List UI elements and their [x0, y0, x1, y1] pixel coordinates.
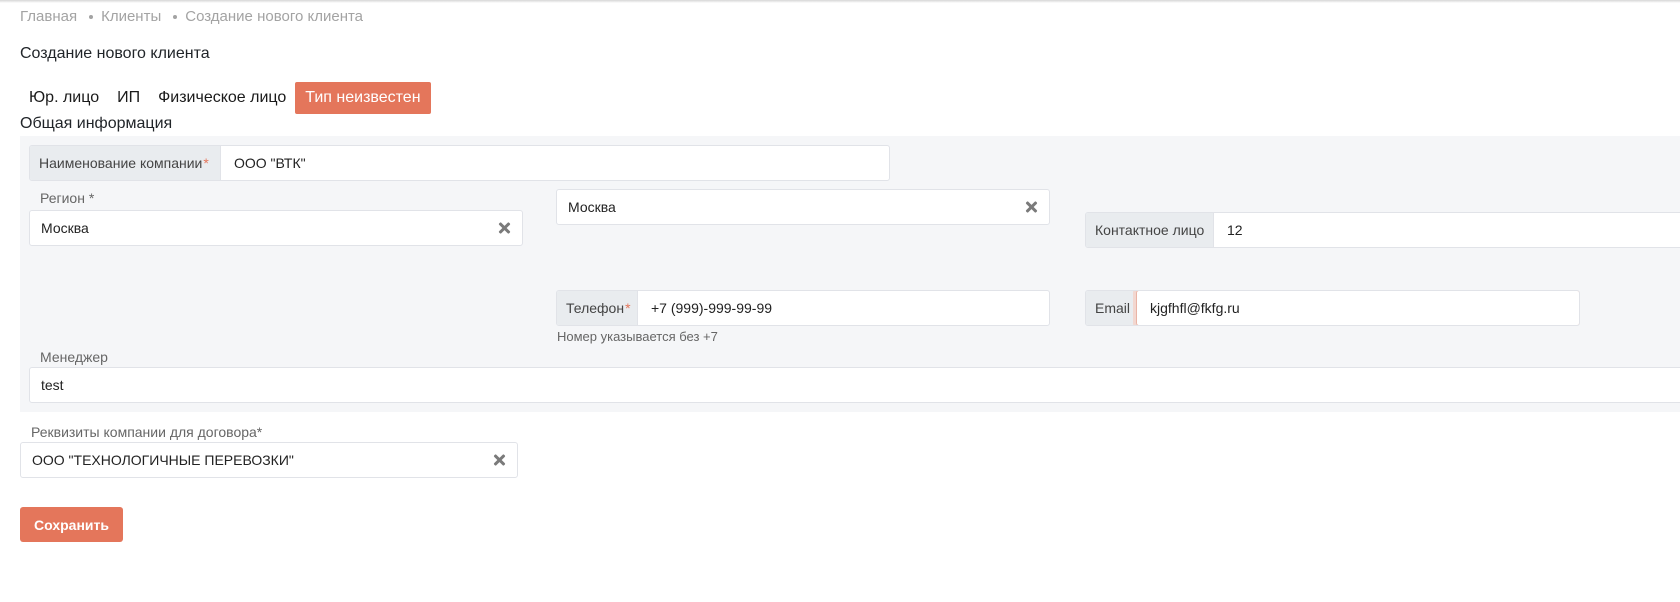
- clear-icon[interactable]: [492, 453, 506, 467]
- required-mark: *: [625, 300, 631, 316]
- phone-hint: Номер указывается без +7: [557, 329, 718, 344]
- breadcrumb-separator: [173, 14, 178, 19]
- client-type-tabs: Юр. лицо ИП Физическое лицо Тип неизвест…: [20, 82, 431, 114]
- clear-icon[interactable]: [497, 221, 511, 235]
- city-value: Москва: [568, 199, 616, 215]
- tab-individual-entrepreneur[interactable]: ИП: [108, 82, 149, 114]
- clear-icon[interactable]: [1024, 200, 1038, 214]
- breadcrumb-home[interactable]: Главная: [20, 8, 77, 25]
- save-button[interactable]: Сохранить: [20, 507, 123, 542]
- email-label: Email: [1086, 291, 1136, 325]
- company-name-input[interactable]: ООО "ВТК": [221, 146, 889, 180]
- phone-input[interactable]: +7 (999)-999-99-99: [638, 291, 1049, 325]
- region-select[interactable]: Москва: [29, 210, 523, 246]
- company-name-label: Наименование компании *: [30, 146, 221, 180]
- tab-legal-entity[interactable]: Юр. лицо: [20, 82, 108, 114]
- requisites-label: Реквизиты компании для договора*: [31, 424, 263, 440]
- requisites-select[interactable]: ООО "ТЕХНОЛОГИЧНЫЕ ПЕРЕВОЗКИ": [20, 442, 518, 478]
- tab-type-unknown[interactable]: Тип неизвестен: [295, 82, 431, 114]
- breadcrumb-clients[interactable]: Клиенты: [101, 8, 161, 25]
- contact-person-label: Контактное лицо: [1086, 213, 1214, 247]
- phone-label: Телефон *: [557, 291, 638, 325]
- region-label: Регион *: [40, 190, 95, 206]
- breadcrumb-current: Создание нового клиента: [185, 8, 364, 25]
- phone-label-text: Телефон: [566, 300, 625, 316]
- required-mark: *: [203, 155, 209, 171]
- manager-label: Менеджер: [40, 349, 108, 365]
- breadcrumb-separator: [89, 14, 94, 19]
- phone-group: Телефон * +7 (999)-999-99-99: [556, 290, 1050, 326]
- company-name-group: Наименование компании * ООО "ВТК": [29, 145, 890, 181]
- page-title: Создание нового клиента: [20, 45, 210, 62]
- contact-person-group: Контактное лицо 12: [1085, 212, 1680, 248]
- company-name-label-text: Наименование компании: [39, 155, 203, 171]
- breadcrumb: Главная Клиенты Создание нового клиента: [20, 8, 363, 25]
- section-title-general: Общая информация: [20, 115, 173, 132]
- contact-person-input[interactable]: 12: [1214, 213, 1680, 247]
- email-group: Email kjgfhfl@fkfg.ru: [1085, 290, 1580, 326]
- top-shadow: [0, 0, 1680, 3]
- region-value: Москва: [41, 220, 89, 236]
- tab-individual[interactable]: Физическое лицо: [149, 82, 295, 114]
- email-input[interactable]: kjgfhfl@fkfg.ru: [1136, 291, 1579, 325]
- requisites-value: ООО "ТЕХНОЛОГИЧНЫЕ ПЕРЕВОЗКИ": [32, 452, 294, 468]
- city-select[interactable]: Москва: [556, 189, 1050, 225]
- manager-input[interactable]: test: [29, 367, 1680, 403]
